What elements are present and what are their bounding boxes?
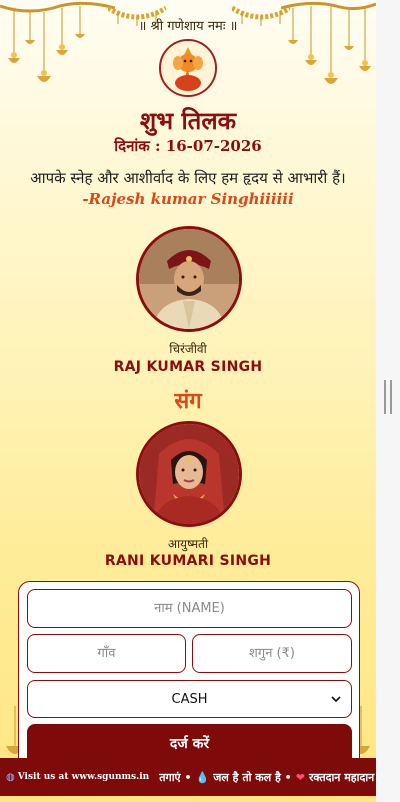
ticker-item: तगाएं •	[159, 770, 192, 784]
heart-icon: ❤	[295, 770, 305, 784]
bride-photo	[136, 421, 242, 527]
ticker-item: रक्तदान महादान	[308, 770, 375, 784]
payment-mode-value: CASH	[171, 691, 208, 707]
water-drop-icon: 💧	[195, 770, 210, 784]
groom-photo	[136, 226, 242, 332]
invocation-text: ॥ श्री गणेशाय नमः ॥	[138, 19, 238, 34]
with-label: संग	[174, 388, 202, 414]
ticker-item: जल है तो कल है •	[213, 770, 292, 784]
bride-name: RANI KUMARI SINGH	[104, 553, 272, 569]
event-date: दिनांक : 16-07-2026	[114, 137, 262, 155]
submit-button[interactable]: दर्ज करें	[27, 724, 352, 762]
name-input[interactable]	[27, 589, 352, 628]
scrollbar-grip[interactable]	[384, 380, 392, 414]
hanging-lamps-decoration-left	[0, 1, 115, 82]
thanks-message: आपके स्नेह और आशीर्वाद के लिए हम हृदय से…	[30, 169, 346, 187]
ganesha-icon	[161, 41, 215, 95]
globe-icon: ◍	[6, 771, 15, 783]
invitation-page: ॥ श्री गणेशाय नमः ॥ शुभ तिलक दिनांक : 16…	[0, 0, 376, 802]
news-ticker: ◍ Visit us at www.sgunms.in तगाएं • 💧 जल…	[0, 758, 376, 796]
village-input[interactable]	[27, 634, 186, 673]
bride-relation: आयुष्मती	[167, 537, 209, 551]
sender-name: -Rajesh kumar Singhiiiiii	[82, 190, 294, 208]
hanging-lamps-decoration-right	[281, 1, 376, 84]
ticker-site-link[interactable]: Visit us at www.sgunms.in	[18, 772, 150, 782]
ganesha-emblem	[159, 39, 217, 97]
shagun-amount-input[interactable]	[192, 634, 352, 673]
groom-relation: चिरंजीवी	[169, 342, 207, 356]
payment-mode-select[interactable]: CASH	[27, 680, 352, 718]
chevron-down-icon	[331, 696, 341, 703]
groom-name: RAJ KUMAR SINGH	[113, 359, 263, 375]
page-title: शुभ तिलक	[139, 106, 237, 135]
